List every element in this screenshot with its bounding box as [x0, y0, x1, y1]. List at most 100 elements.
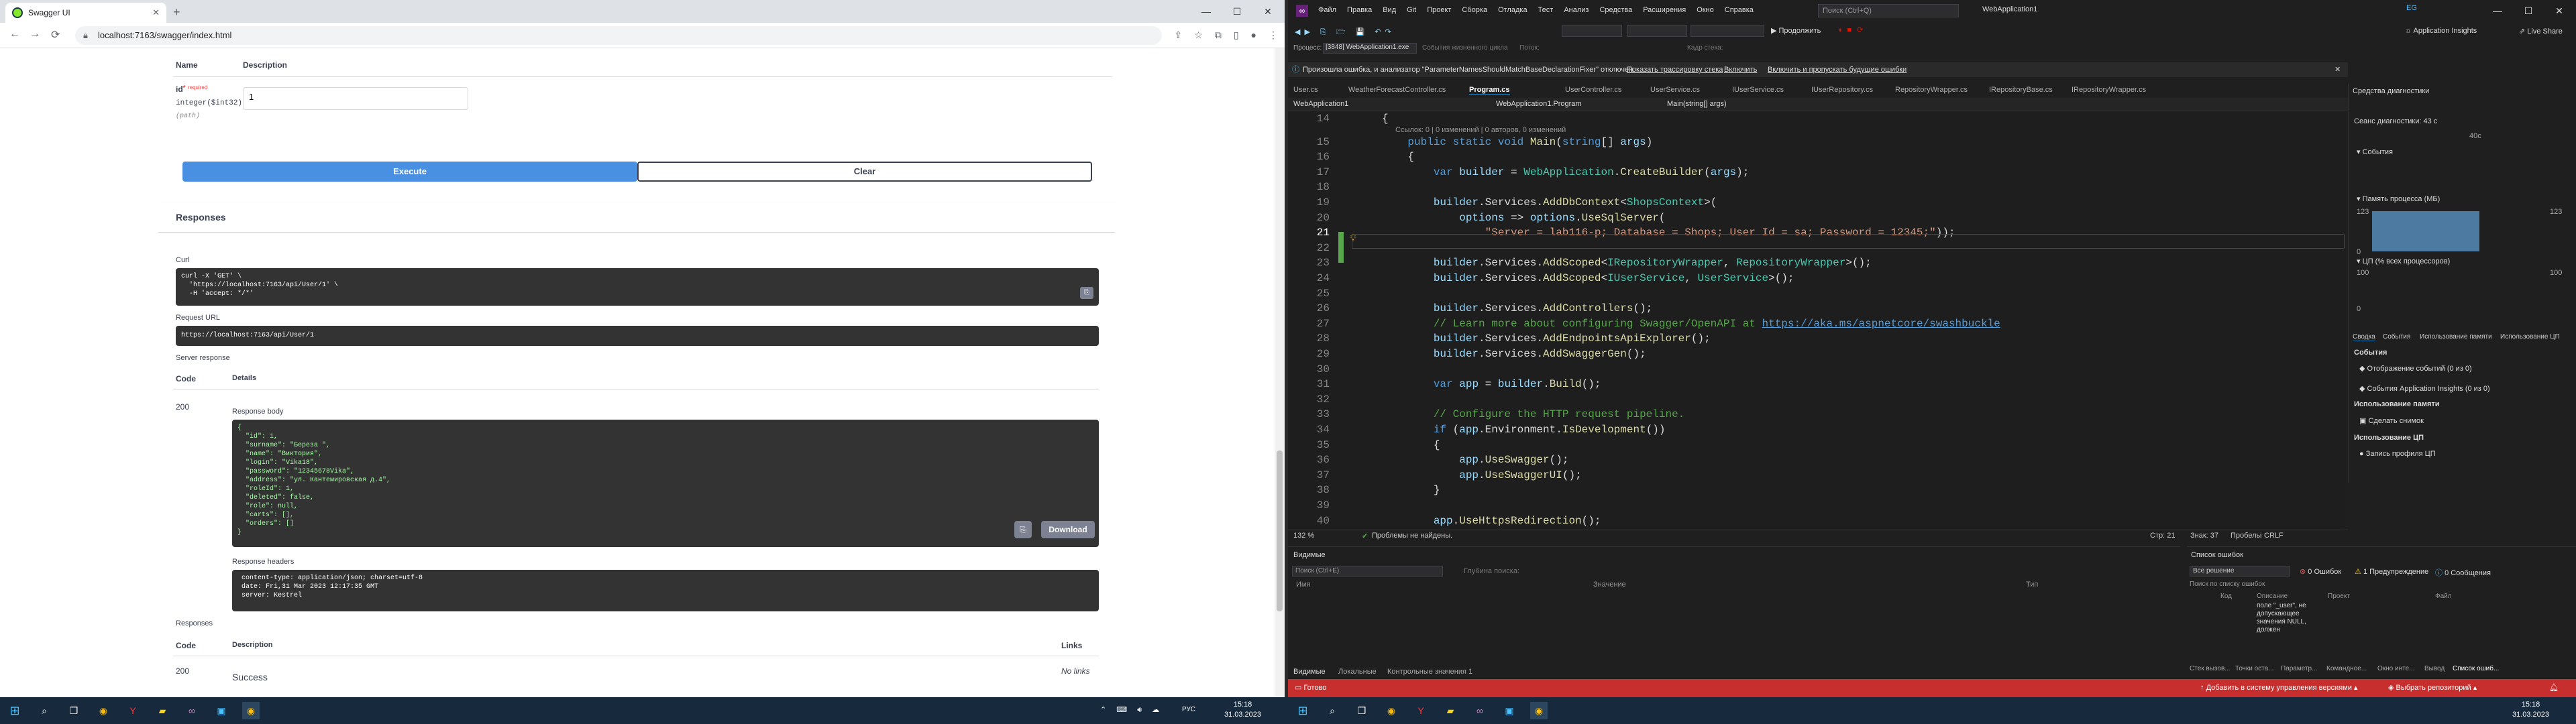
start-icon[interactable]: ⊞ — [1294, 702, 1311, 719]
nav-project-dropdown[interactable]: WebApplication1 — [1293, 100, 1348, 108]
continue-button[interactable]: ▶ Продолжить — [1771, 26, 1821, 35]
menu-edit[interactable]: Правка — [1347, 6, 1372, 14]
codelens-info[interactable]: Ссылок: 0 | 0 изменений | 0 авторов, 0 и… — [1395, 126, 1566, 134]
tab-irepositorywrapper-cs[interactable]: IRepositoryWrapper.cs — [2072, 86, 2146, 94]
char-indicator[interactable]: Знак: 37 — [2190, 532, 2218, 540]
terminal-icon[interactable]: ▣ — [1501, 702, 1518, 719]
sidebar-icon[interactable]: ▯ — [1234, 29, 1239, 41]
tab-irepositorybase-cs[interactable]: IRepositoryBase.cs — [1989, 86, 2053, 94]
locals-search[interactable]: Поиск (Ctrl+E) — [1292, 566, 1443, 577]
app-insights-button[interactable]: ☼ Application Insights — [2405, 27, 2477, 35]
copy-icon[interactable]: ⎘ — [1080, 287, 1093, 299]
take-snapshot-button[interactable]: ▣ Сделать снимок — [2359, 416, 2424, 425]
toolbar-nav-icons[interactable]: ◀▶ ⎘ 🗁 💾 ↶↷ — [1295, 26, 1395, 39]
tab-call-stack[interactable]: Стек вызов... — [2190, 665, 2231, 672]
messages-filter[interactable]: ⓘ 0 Сообщения — [2435, 567, 2491, 578]
menu-git[interactable]: Git — [1407, 6, 1416, 14]
profile-icon[interactable]: ● — [1251, 29, 1256, 41]
code-line[interactable]: app.UseSwaggerUI(); — [1382, 469, 1581, 481]
diag-tab-cpu[interactable]: Использование ЦП — [2500, 333, 2560, 341]
tray-icons[interactable]: ⌃ ⌨ 🔊︎ ☁ — [1100, 705, 1163, 715]
code-line[interactable]: app.UseSwagger(); — [1382, 454, 1568, 466]
show-stack-trace-link[interactable]: Показать трассировку стека — [1627, 62, 1723, 77]
solution-config-dropdown[interactable] — [1562, 25, 1622, 37]
zoom-level[interactable]: 132 % — [1293, 532, 1314, 540]
maximize-icon[interactable]: ☐ — [2513, 0, 2544, 21]
code-line[interactable]: var app = builder.Build(); — [1382, 378, 1601, 390]
live-share-button[interactable]: ⇗ Live Share — [2519, 27, 2563, 36]
chrome-active-icon[interactable]: ◉ — [242, 702, 260, 719]
search-icon[interactable]: ⌕ — [36, 702, 53, 719]
visual-studio-icon[interactable]: ∞ — [183, 702, 201, 719]
diag-memory-label[interactable]: ▾ Память процесса (МБ) — [2357, 194, 2440, 203]
diag-tab-events[interactable]: События — [2383, 333, 2410, 341]
warning-row-description[interactable]: поле "_user", не допускающее значения NU… — [2257, 602, 2324, 634]
code-line[interactable]: { — [1382, 439, 1440, 451]
close-window-icon[interactable]: ✕ — [2544, 0, 2575, 21]
search-icon[interactable]: ⌕ — [1324, 702, 1341, 719]
errors-filter[interactable]: ⊗ 0 Ошибок — [2300, 567, 2341, 576]
tab-breakpoints[interactable]: Точки оста... — [2235, 665, 2274, 672]
error-scope-dropdown[interactable]: Все решение — [2190, 566, 2290, 577]
tab-usercontroller-cs[interactable]: UserController.cs — [1565, 86, 1621, 94]
task-view-icon[interactable]: ❐ — [1353, 702, 1371, 719]
code-line[interactable]: public static void Main(string[] args) — [1382, 136, 1652, 148]
error-search[interactable]: Поиск по списку ошибок — [2190, 581, 2324, 590]
menu-file[interactable]: Файл — [1318, 6, 1336, 14]
user-badge[interactable]: EG — [2404, 4, 2419, 16]
code-line[interactable]: } — [1382, 484, 1440, 496]
tab-autos[interactable]: Видимые — [1293, 668, 1326, 676]
menu-test[interactable]: Тест — [1538, 6, 1554, 14]
diag-cpu-label[interactable]: ▾ ЦП (% всех процессоров) — [2357, 257, 2450, 265]
record-cpu-profile-button[interactable]: ● Запись профиля ЦП — [2359, 450, 2436, 458]
minimize-icon[interactable]: — — [1191, 0, 1222, 23]
add-to-source-control[interactable]: ↑ Добавить в систему управления версиями… — [2200, 683, 2357, 692]
spaces-indicator[interactable]: Пробелы — [2231, 532, 2261, 540]
code-line[interactable]: builder.Services.AddDbContext<ShopsConte… — [1382, 196, 1717, 208]
tab-iuserrepository-cs[interactable]: IUserRepository.cs — [1811, 86, 1873, 94]
tab-exception-settings[interactable]: Параметр... — [2281, 665, 2317, 672]
menu-icon[interactable]: ⋮ — [1269, 29, 1278, 41]
debug-controls[interactable]: ⏸■⟳ — [1838, 25, 1868, 35]
code-line[interactable]: builder.Services.AddControllers(); — [1382, 302, 1652, 314]
diag-event-2[interactable]: ◆ События Application Insights (0 из 0) — [2359, 384, 2490, 393]
tab-weatherforecastcontroller-cs[interactable]: WeatherForecastController.cs — [1348, 86, 1446, 94]
url-bar[interactable]: 🔒︎ localhost:7163/swagger/index.html — [75, 26, 1162, 45]
start-icon[interactable]: ⊞ — [6, 702, 23, 719]
yandex-icon[interactable]: Y — [124, 702, 142, 719]
clear-button[interactable]: Clear — [637, 162, 1092, 182]
nav-class-dropdown[interactable]: WebApplication1.Program — [1496, 100, 1582, 108]
tab-repositorywrapper-cs[interactable]: RepositoryWrapper.cs — [1895, 86, 1968, 94]
tab-program-cs[interactable]: Program.cs — [1469, 86, 1510, 95]
tab-error-list[interactable]: Список ошиб... — [2453, 665, 2499, 672]
diag-event-1[interactable]: ◆ Отображение событий (0 из 0) — [2359, 364, 2472, 373]
share-icon[interactable]: ⇪ — [1175, 29, 1183, 41]
nav-member-dropdown[interactable]: Main(string[] args) — [1667, 100, 1727, 108]
menu-help[interactable]: Справка — [1725, 6, 1754, 14]
line-indicator[interactable]: Стр: 21 — [2150, 532, 2175, 540]
close-tab-icon[interactable]: ✕ — [152, 7, 160, 18]
code-line[interactable]: app.UseHttpsRedirection(); — [1382, 515, 1601, 527]
code-line[interactable]: if (app.Environment.IsDevelopment()) — [1382, 424, 1666, 436]
code-line[interactable]: builder.Services.AddEndpointsApiExplorer… — [1382, 333, 1711, 345]
enable-ignore-link[interactable]: Включить и пропускать будущие ошибки — [1768, 62, 1907, 77]
page-scrollbar[interactable] — [1275, 48, 1285, 697]
reload-icon[interactable]: ⟳ — [51, 28, 60, 42]
forward-icon[interactable]: → — [30, 28, 40, 40]
visual-studio-icon[interactable]: ∞ — [1471, 702, 1489, 719]
diag-events-label[interactable]: ▾ События — [2357, 147, 2393, 156]
menu-window[interactable]: Окно — [1697, 6, 1714, 14]
chrome-icon[interactable]: ◉ — [1383, 702, 1400, 719]
lifecycle-events-label[interactable]: События жизненного цикла — [1422, 44, 1508, 52]
new-tab-icon[interactable]: + — [173, 5, 180, 19]
task-view-icon[interactable]: ❐ — [65, 702, 83, 719]
code-line[interactable]: { — [1382, 151, 1414, 163]
enable-link[interactable]: Включить — [1724, 62, 1757, 77]
back-icon[interactable]: ← — [9, 28, 20, 40]
maximize-icon[interactable]: ☐ — [1222, 0, 1252, 23]
no-problems[interactable]: Проблемы не найдены. — [1372, 532, 1452, 540]
menu-analyze[interactable]: Анализ — [1564, 6, 1589, 14]
scrollbar-thumb[interactable] — [1277, 450, 1283, 611]
code-line[interactable]: // Configure the HTTP request pipeline. — [1382, 408, 1684, 420]
tab-output[interactable]: Вывод — [2424, 665, 2445, 672]
